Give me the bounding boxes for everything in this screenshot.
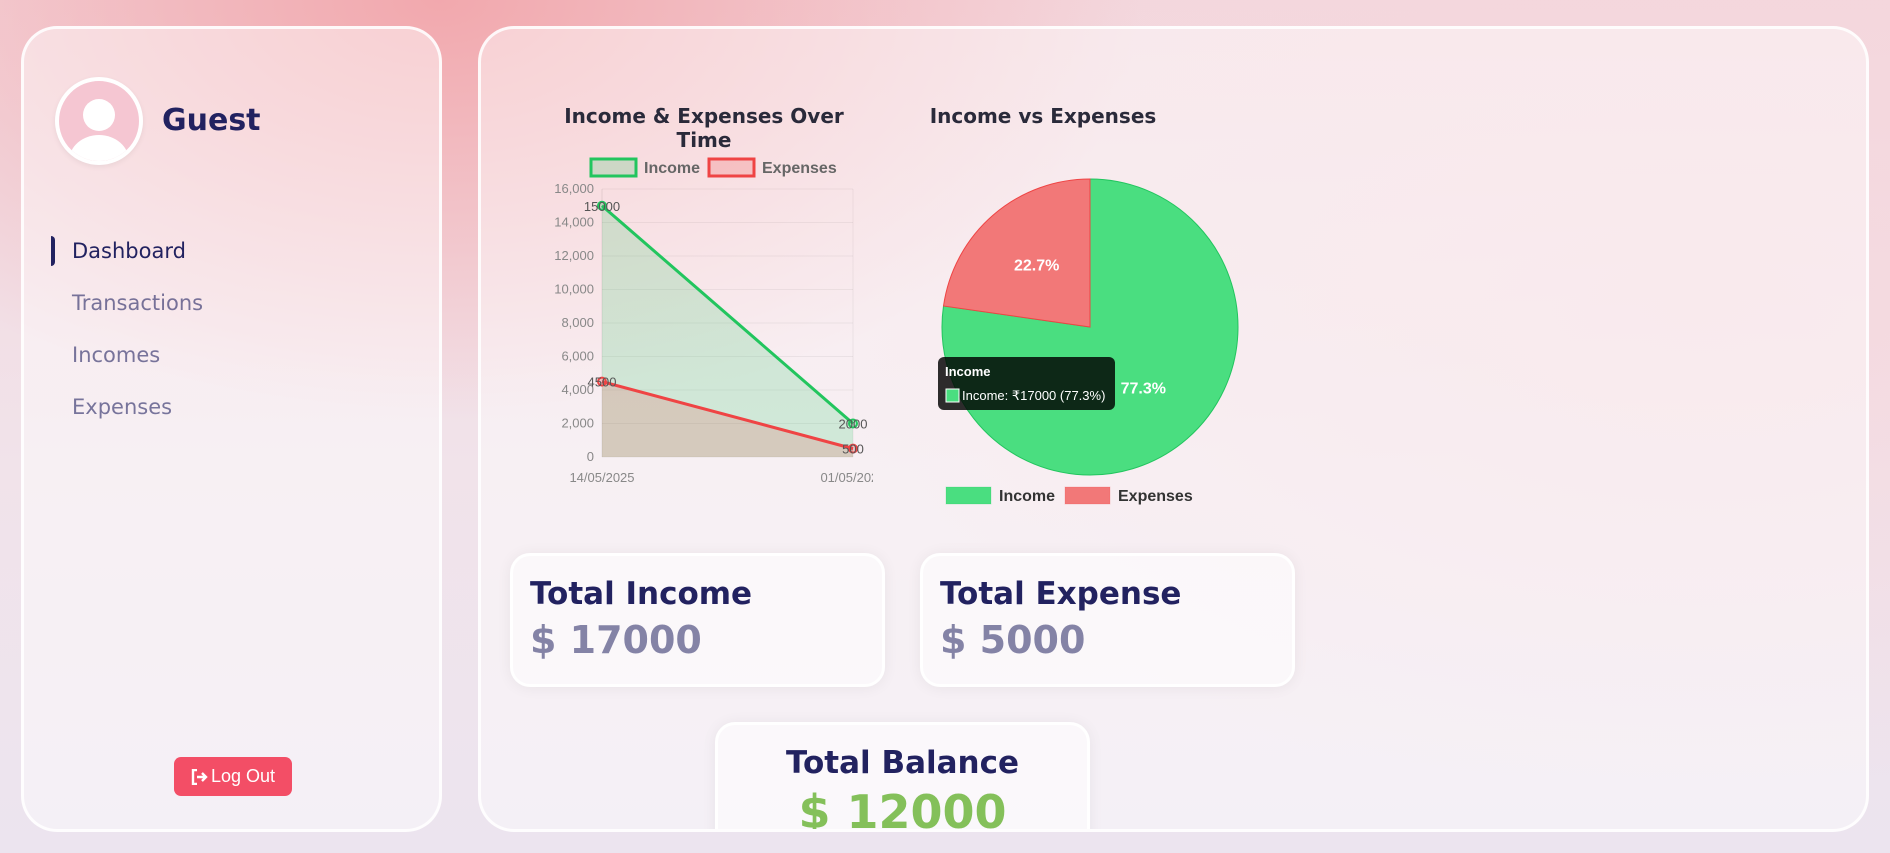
- user-name: Guest: [162, 103, 261, 138]
- legend-label-income[interactable]: Income: [644, 160, 700, 177]
- pie-tooltip: Income Income: ₹17000 (77.3%): [938, 357, 1115, 410]
- tooltip-swatch: [945, 388, 960, 403]
- nav-item-incomes[interactable]: Incomes: [24, 329, 439, 381]
- legend-swatch-expenses[interactable]: [707, 157, 756, 178]
- tooltip-text: Income: ₹17000 (77.3%): [962, 388, 1105, 403]
- legend-swatch-income[interactable]: [945, 486, 992, 505]
- y-tick-label: 14,000: [554, 215, 594, 230]
- nav-item-label: Transactions: [72, 291, 204, 315]
- data-label: 15000: [584, 199, 620, 214]
- total-balance-title: Total Balance: [785, 745, 1020, 781]
- line-chart-legend: Income Expenses: [589, 157, 837, 178]
- line-chart-title: Income & Expenses Over Time: [564, 104, 844, 152]
- total-income-title: Total Income: [530, 576, 753, 612]
- total-expense-card: Total Expense $ 5000: [920, 553, 1295, 687]
- nav-item-label: Incomes: [72, 343, 161, 367]
- pie-chart-title: Income vs Expenses: [929, 104, 1157, 128]
- y-tick-label: 8,000: [561, 315, 594, 330]
- total-expense-value: $ 5000: [940, 618, 1086, 662]
- sidebar-nav: Dashboard Transactions Incomes Expenses: [24, 225, 439, 433]
- y-tick-label: 10,000: [554, 282, 594, 297]
- total-balance-card: Total Balance $ 12000: [715, 722, 1090, 832]
- sign-out-icon: [191, 768, 208, 785]
- pie-chart-legend: Income Expenses: [945, 486, 1193, 505]
- data-label: 500: [842, 442, 864, 457]
- sidebar: Guest Dashboard Transactions Incomes Exp…: [21, 26, 442, 832]
- tooltip-title: Income: [945, 364, 991, 379]
- y-tick-label: 0: [587, 449, 594, 464]
- logout-label: Log Out: [210, 766, 276, 786]
- pie-slice-expenses[interactable]: [942, 178, 1091, 328]
- nav-item-label: Dashboard: [72, 239, 186, 263]
- total-expense-title: Total Expense: [940, 576, 1182, 612]
- y-tick-label: 16,000: [554, 181, 594, 196]
- data-label: 2000: [839, 417, 868, 432]
- y-tick-label: 2,000: [561, 416, 594, 431]
- slice-percent-label: 22.7%: [1014, 257, 1059, 274]
- total-income-value: $ 17000: [530, 618, 702, 662]
- y-tick-label: 12,000: [554, 248, 594, 263]
- legend-swatch-income[interactable]: [589, 157, 638, 178]
- avatar: [55, 77, 143, 165]
- total-income-card: Total Income $ 17000: [510, 553, 885, 687]
- legend-label-expenses[interactable]: Expenses: [762, 160, 837, 177]
- legend-label-income[interactable]: Income: [999, 488, 1055, 505]
- data-label: 4500: [588, 375, 617, 390]
- logout-button[interactable]: Log Out: [174, 757, 292, 796]
- nav-item-label: Expenses: [72, 395, 173, 419]
- pie-chart[interactable]: 77.3% 22.7% Income Expenses Income Income: …: [926, 144, 1256, 514]
- nav-item-transactions[interactable]: Transactions: [24, 277, 439, 329]
- x-tick-label: 01/05/2025: [820, 470, 873, 485]
- y-tick-label: 6,000: [561, 349, 594, 364]
- main-panel: Income & Expenses Over Time Income vs Ex…: [478, 26, 1869, 832]
- legend-label-expenses[interactable]: Expenses: [1118, 488, 1193, 505]
- nav-item-dashboard[interactable]: Dashboard: [24, 225, 439, 277]
- line-chart: Income Expenses 02,0004,0006,0008,00010,0…: [554, 157, 873, 485]
- nav-item-expenses[interactable]: Expenses: [24, 381, 439, 433]
- x-tick-label: 14/05/2025: [569, 470, 634, 485]
- legend-swatch-expenses[interactable]: [1064, 486, 1111, 505]
- slice-percent-label: 77.3%: [1121, 381, 1166, 398]
- user-icon: [69, 99, 129, 161]
- total-balance-value: $ 12000: [798, 785, 1007, 832]
